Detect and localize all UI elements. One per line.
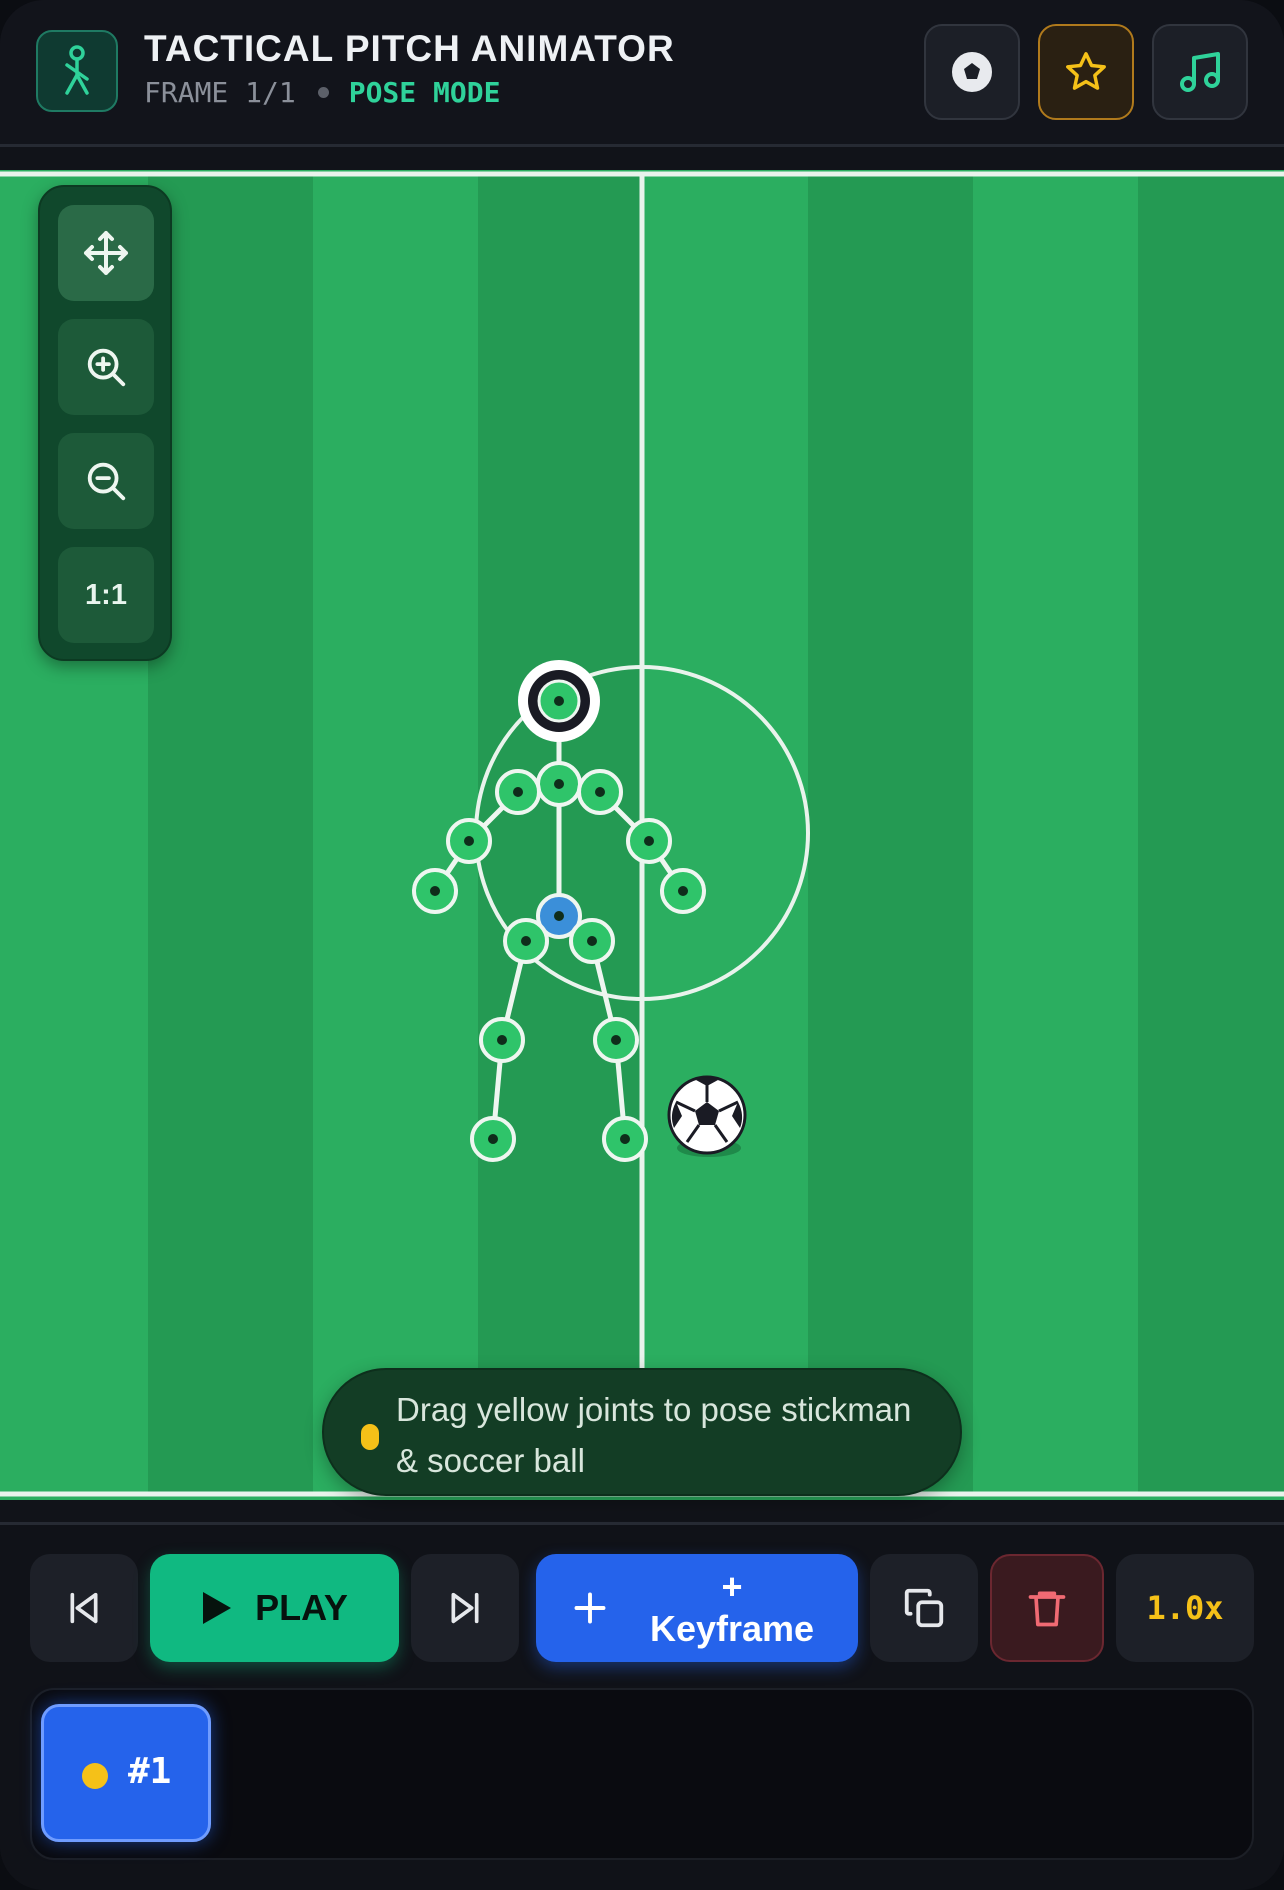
joint-right-elbow[interactable] [626, 818, 672, 864]
timeline-frame-1[interactable]: #1 [41, 1704, 211, 1842]
frame-counter: FRAME 1/1 [144, 76, 296, 109]
previous-frame-button[interactable] [30, 1554, 138, 1662]
ball-button[interactable] [924, 24, 1020, 120]
joint-left-hip[interactable] [503, 918, 549, 964]
joint-left-elbow[interactable] [446, 818, 492, 864]
duplicate-frame-button[interactable] [870, 1554, 978, 1662]
plus-icon [574, 1592, 606, 1624]
next-frame-button[interactable] [411, 1554, 519, 1662]
play-icon [203, 1592, 232, 1624]
soccer-ball-icon [952, 52, 992, 92]
joint-neck[interactable] [536, 761, 582, 807]
joint-right-shoulder[interactable] [577, 769, 623, 815]
frame-status: FRAME 1/1 POSE MODE [144, 76, 500, 109]
trash-icon [1028, 1591, 1066, 1627]
joint-left-knee[interactable] [479, 1017, 525, 1063]
joint-left-foot[interactable] [470, 1116, 516, 1162]
joint-left-shoulder[interactable] [495, 769, 541, 815]
joint-left-hand[interactable] [412, 868, 458, 914]
zoom-in-icon [87, 348, 126, 387]
keyframe-label: + Keyframe [649, 1566, 815, 1649]
app-window: TACTICAL PITCH ANIMATOR FRAME 1/1 POSE MO… [0, 0, 1284, 1890]
zoom-out-icon [87, 462, 126, 501]
joint-right-hip[interactable] [569, 918, 615, 964]
zoom-reset-button[interactable]: 1:1 [58, 547, 154, 643]
hint-banner: Drag yellow joints to pose stickman & so… [322, 1368, 962, 1496]
hint-indicator [361, 1424, 379, 1450]
joint-right-foot[interactable] [602, 1116, 648, 1162]
joint-right-hand[interactable] [660, 868, 706, 914]
play-label: PLAY [255, 1587, 348, 1628]
frame-keyframe-dot [82, 1763, 108, 1789]
music-button[interactable] [1152, 24, 1248, 120]
play-button[interactable]: PLAY [150, 1554, 399, 1662]
stickman-logo-icon [36, 30, 118, 112]
move-icon [84, 231, 128, 275]
hint-text: Drag yellow joints to pose stickman & so… [396, 1391, 912, 1479]
stickman-head[interactable] [518, 660, 600, 742]
pan-button[interactable] [58, 205, 154, 301]
skip-back-icon [70, 1592, 98, 1624]
zoom-out-button[interactable] [58, 433, 154, 529]
star-icon [1066, 52, 1106, 90]
header-divider [0, 144, 1284, 147]
soccer-ball[interactable] [667, 1075, 747, 1157]
zoom-toolbar: 1:1 [38, 185, 172, 661]
zoom-in-button[interactable] [58, 319, 154, 415]
pitch-canvas[interactable] [0, 170, 1284, 1500]
add-keyframe-button[interactable]: + Keyframe [536, 1554, 858, 1662]
favorite-button[interactable] [1038, 24, 1134, 120]
separator-dot [317, 86, 329, 98]
timeline [30, 1688, 1254, 1860]
app-title: TACTICAL PITCH ANIMATOR [144, 28, 675, 69]
playback-speed-button[interactable]: 1.0x [1116, 1554, 1254, 1662]
delete-frame-button[interactable] [990, 1554, 1104, 1662]
skip-forward-icon [451, 1592, 479, 1624]
joint-right-knee[interactable] [593, 1017, 639, 1063]
copy-icon [904, 1588, 944, 1628]
header: TACTICAL PITCH ANIMATOR FRAME 1/1 POSE MO… [0, 0, 1284, 144]
frame-label: #1 [128, 1751, 172, 1792]
mode-indicator: POSE MODE [348, 76, 501, 109]
music-note-icon [1180, 52, 1220, 92]
